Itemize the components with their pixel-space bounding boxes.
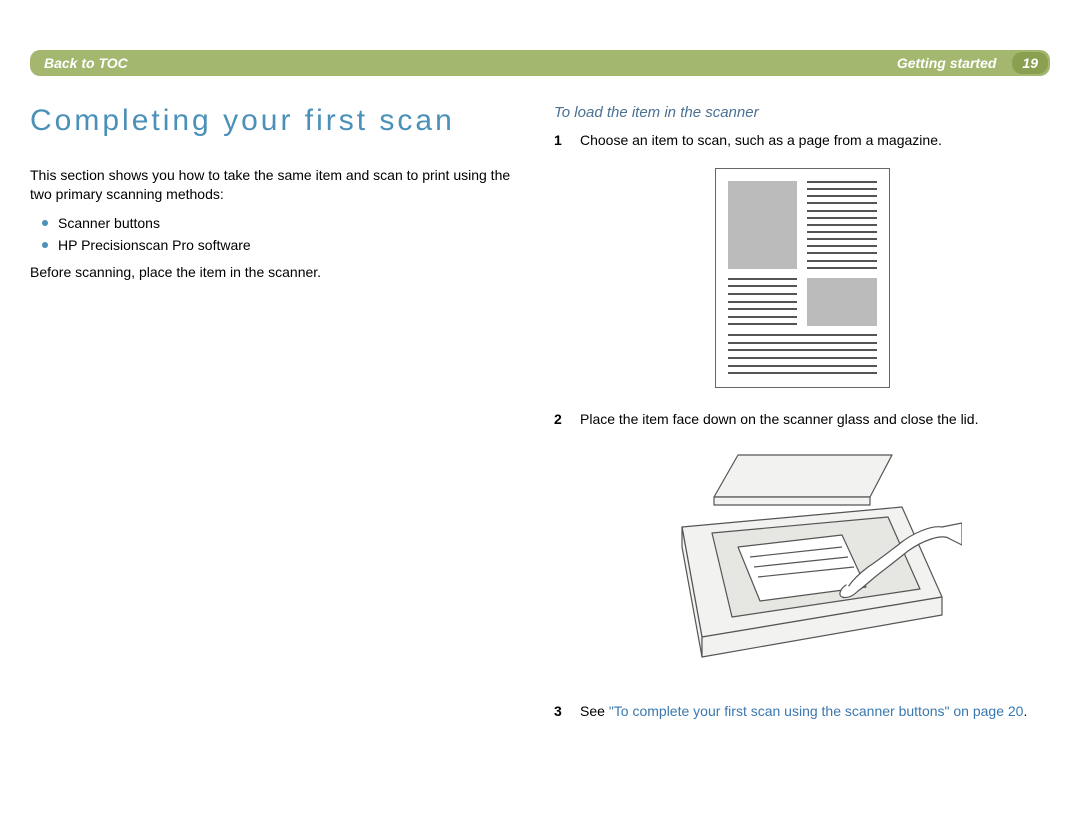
- list-item: HP Precisionscan Pro software: [40, 234, 526, 256]
- illustration-text-lines: [728, 278, 798, 326]
- subheading: To load the item in the scanner: [554, 104, 1050, 121]
- steps-list: 3 See "To complete your first scan using…: [554, 702, 1050, 721]
- intro-paragraph: This section shows you how to take the s…: [30, 166, 526, 204]
- step-prefix: See: [580, 703, 609, 719]
- step-item: 1 Choose an item to scan, such as a page…: [554, 131, 1050, 150]
- step-text: Choose an item to scan, such as a page f…: [580, 131, 1050, 150]
- steps-list: 1 Choose an item to scan, such as a page…: [554, 131, 1050, 150]
- section-label: Getting started: [897, 55, 997, 71]
- illustration-text-lines: [728, 334, 877, 374]
- illustration-text-lines: [807, 181, 877, 269]
- step-number: 3: [554, 702, 580, 721]
- step-text: Place the item face down on the scanner …: [580, 410, 1050, 429]
- step-item: 3 See "To complete your first scan using…: [554, 702, 1050, 721]
- page-header: Back to TOC Getting started 19: [30, 50, 1050, 76]
- back-to-toc-link[interactable]: Back to TOC: [44, 55, 128, 71]
- right-column: To load the item in the scanner 1 Choose…: [554, 104, 1050, 735]
- illustration-image-block: [728, 181, 798, 269]
- step-suffix: .: [1023, 703, 1027, 719]
- left-column: Completing your first scan This section …: [30, 104, 526, 735]
- magazine-illustration: [554, 168, 1050, 388]
- step-number: 2: [554, 410, 580, 429]
- list-item: Scanner buttons: [40, 212, 526, 234]
- illustration-image-block: [807, 278, 877, 326]
- cross-reference-link[interactable]: "To complete your first scan using the s…: [609, 703, 1024, 719]
- scanner-illustration: [554, 447, 1050, 680]
- step-number: 1: [554, 131, 580, 150]
- page-number: 19: [1012, 52, 1048, 74]
- methods-list: Scanner buttons HP Precisionscan Pro sof…: [30, 210, 526, 263]
- step-text: See "To complete your first scan using t…: [580, 702, 1050, 721]
- before-paragraph: Before scanning, place the item in the s…: [30, 263, 526, 282]
- steps-list: 2 Place the item face down on the scanne…: [554, 410, 1050, 429]
- page-title: Completing your first scan: [30, 104, 526, 138]
- step-item: 2 Place the item face down on the scanne…: [554, 410, 1050, 429]
